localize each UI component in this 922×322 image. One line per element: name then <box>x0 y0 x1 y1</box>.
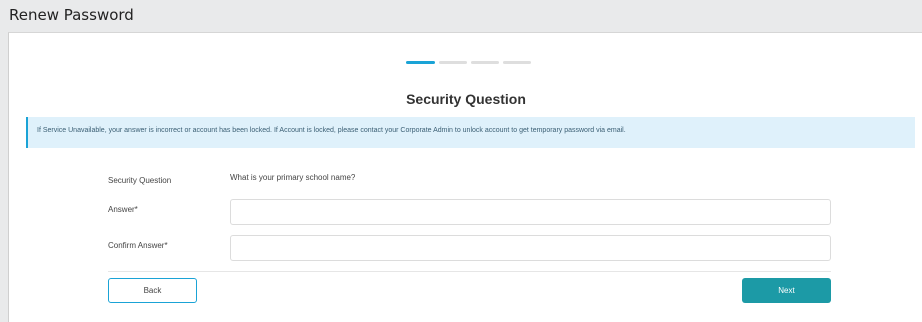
security-question-value: What is your primary school name? <box>230 173 356 182</box>
security-question-label: Security Question <box>108 176 172 185</box>
info-banner: If Service Unavailable, your answer is i… <box>26 117 915 148</box>
window-title: Renew Password <box>9 6 134 24</box>
step-indicator-4 <box>503 61 531 64</box>
answer-label: Answer* <box>108 205 138 214</box>
back-button[interactable]: Back <box>108 278 197 303</box>
title-bar: Renew Password <box>0 0 922 32</box>
step-indicator-2 <box>439 61 467 64</box>
renew-password-panel: Security Question If Service Unavailable… <box>8 32 922 322</box>
progress-stepper <box>406 61 531 64</box>
step-indicator-1 <box>406 61 435 64</box>
confirm-answer-input[interactable] <box>230 235 831 261</box>
section-title: Security Question <box>406 91 526 107</box>
next-button[interactable]: Next <box>742 278 831 303</box>
confirm-answer-label: Confirm Answer* <box>108 241 168 250</box>
answer-input[interactable] <box>230 199 831 225</box>
form-divider <box>108 271 831 272</box>
step-indicator-3 <box>471 61 499 64</box>
info-banner-message: If Service Unavailable, your answer is i… <box>37 127 626 134</box>
